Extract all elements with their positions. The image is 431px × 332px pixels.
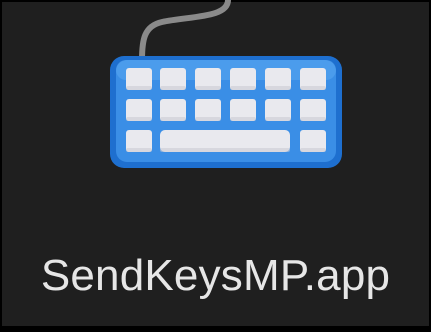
keyboard-icon[interactable]	[100, 0, 350, 180]
file-name-label[interactable]: SendKeysMP.app	[0, 250, 431, 302]
cable-icon	[139, 0, 231, 63]
finder-window-background: SendKeysMP.app	[0, 0, 431, 332]
frame-edge	[0, 326, 431, 332]
